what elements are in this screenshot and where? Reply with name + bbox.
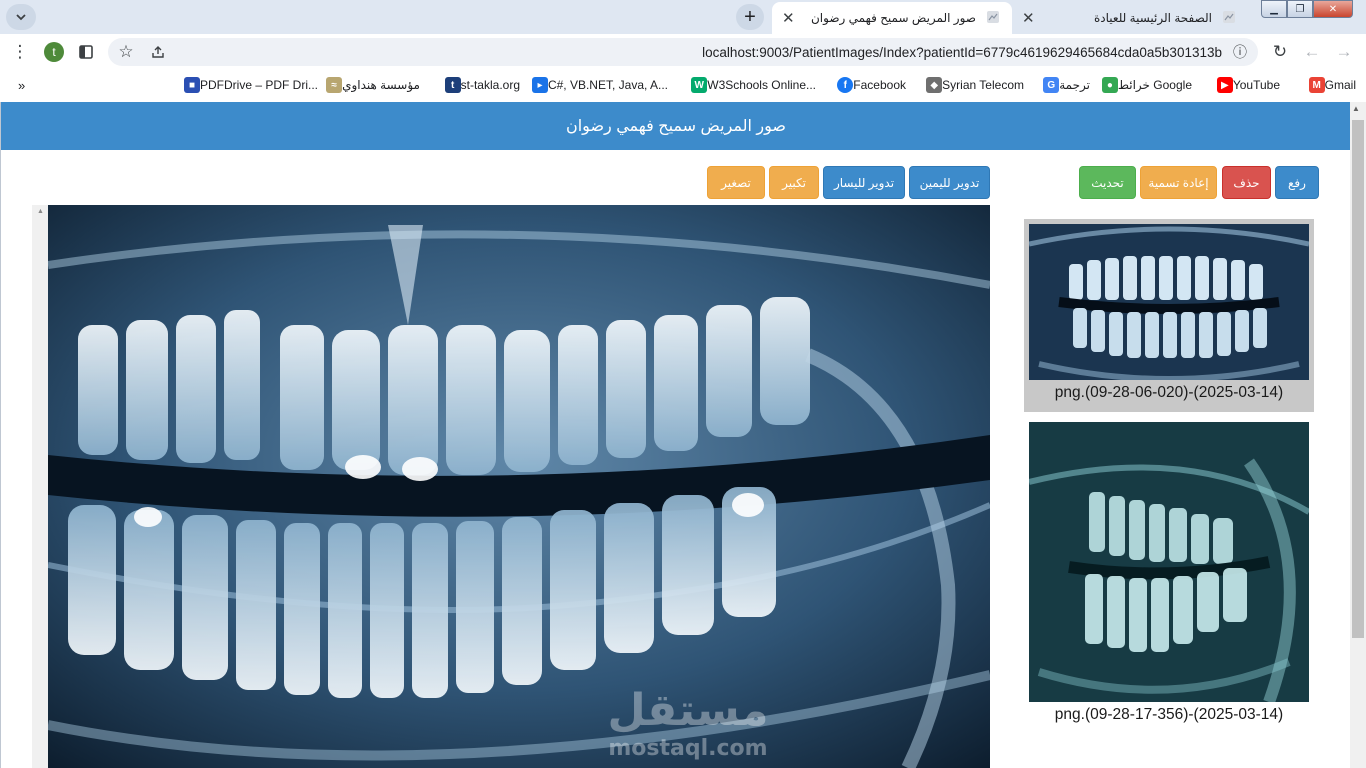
menu-dots-icon[interactable]: ⋮: [8, 40, 32, 64]
thumbnail-caption: (2025-03-14)-(09-28-06-020).png: [1054, 384, 1284, 401]
bookmark-star-icon[interactable]: ☆: [114, 40, 138, 64]
thumbnail-image: [1029, 422, 1309, 702]
tab-patient-images[interactable]: ✕ صور المريض سميح فهمي رضوان: [772, 2, 1012, 34]
thumbnail-item[interactable]: (2025-03-14)-(09-28-06-020).png: [1024, 219, 1314, 412]
bookmark-w3schools[interactable]: W W3Schools Online...: [685, 76, 816, 94]
bookmark-syrian-telecom[interactable]: ◆ Syrian Telecom: [920, 76, 1024, 94]
bookmarks-bar: M Gmail ▶ YouTube ● خرائط Google G ترجمة…: [0, 70, 1366, 98]
bookmark-label: خرائط Google: [1117, 78, 1192, 92]
scroll-up-arrow-icon[interactable]: ▲: [1352, 104, 1360, 113]
upload-button[interactable]: رفع: [1275, 166, 1319, 199]
thumbnail-caption: (2025-03-14)-(09-28-17-356).png: [1054, 706, 1284, 723]
tab-clinic-home[interactable]: ✕ الصفحة الرئيسية للعيادة: [1014, 2, 1254, 34]
bookmark-label: مؤسسة هنداوي: [342, 78, 420, 92]
svg-text:mostaql.com: mostaql.com: [608, 736, 767, 761]
maximize-window-button[interactable]: ❐: [1287, 0, 1313, 18]
tab-title: صور المريض سميح فهمي رضوان: [810, 11, 976, 25]
forward-arrow-icon[interactable]: →: [1332, 40, 1356, 64]
delete-button[interactable]: حذف: [1222, 166, 1271, 199]
bookmark-youtube[interactable]: ▶ YouTube: [1211, 76, 1280, 94]
youtube-icon: ▶: [1216, 77, 1233, 93]
rotate-left-button[interactable]: تدوير لليسار: [823, 166, 905, 199]
close-tab-icon[interactable]: ✕: [1022, 9, 1035, 27]
facebook-icon: f: [837, 77, 854, 93]
bookmark-facebook[interactable]: f Facebook: [831, 76, 906, 94]
syrian-telecom-icon: ◆: [926, 77, 943, 93]
hindawi-icon: ≈: [326, 77, 343, 93]
page-header: صور المريض سميح فهمي رضوان: [1, 102, 1350, 150]
zoom-in-button[interactable]: تكبير: [769, 166, 819, 199]
bookmarks-overflow-button[interactable]: »: [18, 76, 25, 94]
url-text: localhost:9003/PatientImages/Index?patie…: [702, 45, 1222, 60]
bookmark-pdfdrive[interactable]: ■ PDFDrive – PDF Dri...: [178, 76, 318, 94]
dental-xray-image: مستقل mostaql.com: [48, 205, 990, 768]
gmail-icon: M: [1308, 77, 1325, 93]
bookmark-gmail[interactable]: M Gmail: [1303, 76, 1356, 94]
rename-button[interactable]: إعادة تسمية: [1140, 166, 1217, 199]
w3schools-icon: W: [691, 77, 708, 93]
rotate-right-button[interactable]: تدوير لليمين: [909, 166, 990, 199]
side-panel-icon[interactable]: [74, 40, 98, 64]
bookmark-code-site[interactable]: ▸ C#, VB.NET, Java, A...: [526, 76, 668, 94]
thumbnail-item[interactable]: (2025-03-14)-(09-28-17-356).png: [1029, 422, 1309, 724]
zoom-out-button[interactable]: تصغير: [707, 166, 765, 199]
minimize-window-button[interactable]: ▁: [1261, 0, 1287, 18]
image-viewer[interactable]: مستقل mostaql.com: [32, 205, 990, 768]
address-bar[interactable]: ☆ localhost:9003/PatientImages/Index?pat…: [108, 38, 1258, 66]
reload-icon[interactable]: ↻: [1268, 40, 1292, 64]
bookmark-translate[interactable]: G ترجمة: [1037, 76, 1090, 94]
browser-toolbar: ⋮ t ☆ localhost:9003/PatientImages/Index…: [0, 34, 1366, 70]
page-favicon-icon: [986, 10, 1000, 27]
bookmark-maps[interactable]: ● خرائط Google: [1096, 76, 1192, 94]
chevron-down-icon: [16, 14, 26, 21]
bookmark-label: YouTube: [1232, 78, 1280, 92]
bookmark-label: ترجمة: [1059, 78, 1090, 92]
svg-text:مستقل: مستقل: [608, 685, 769, 736]
page-scrollbar-thumb[interactable]: [1352, 120, 1364, 638]
viewer-scrollbar[interactable]: [32, 205, 48, 768]
translate-icon: G: [1043, 77, 1060, 93]
bookmark-hindawi[interactable]: ≈ مؤسسة هنداوي: [320, 76, 420, 94]
back-arrow-icon[interactable]: ←: [1300, 40, 1324, 64]
tab-strip: + ✕ صور المريض سميح فهمي رضوان ✕ الصفحة …: [0, 0, 1366, 34]
site-info-icon[interactable]: ⓘ: [1228, 40, 1252, 64]
mostaql-watermark: مستقل mostaql.com: [608, 685, 769, 761]
close-window-button[interactable]: ✕: [1313, 0, 1353, 18]
share-icon[interactable]: [146, 40, 170, 64]
bookmark-st-takla[interactable]: t st-takla.org: [439, 76, 520, 94]
bookmark-label: C#, VB.NET, Java, A...: [547, 78, 668, 92]
page-title: صور المريض سميح فهمي رضوان: [565, 118, 786, 135]
bookmark-label: PDFDrive – PDF Dri...: [199, 78, 318, 92]
tab-title: الصفحة الرئيسية للعيادة: [1094, 11, 1212, 25]
new-tab-button[interactable]: +: [736, 4, 764, 30]
thumbnail-image: [1029, 224, 1309, 380]
code-site-icon: ▸: [531, 77, 548, 93]
bookmark-label: Gmail: [1324, 78, 1356, 92]
bookmark-label: Facebook: [853, 78, 906, 92]
bookmark-label: W3Schools Online...: [707, 78, 816, 92]
page-favicon-icon: [1222, 10, 1236, 27]
close-tab-icon[interactable]: ✕: [782, 9, 795, 27]
profile-avatar[interactable]: t: [44, 42, 64, 62]
refresh-button[interactable]: تحديث: [1079, 166, 1136, 199]
pdfdrive-icon: ■: [183, 77, 200, 93]
st-takla-icon: t: [444, 77, 461, 93]
tab-search-button[interactable]: [6, 4, 36, 30]
page-content: صور المريض سميح فهمي رضوان رفع حذف إعادة…: [0, 102, 1350, 768]
bookmark-label: Syrian Telecom: [942, 78, 1024, 92]
scroll-up-arrow-icon[interactable]: ▲: [37, 208, 44, 215]
maps-icon: ●: [1101, 77, 1118, 93]
bookmark-label: st-takla.org: [460, 78, 520, 92]
